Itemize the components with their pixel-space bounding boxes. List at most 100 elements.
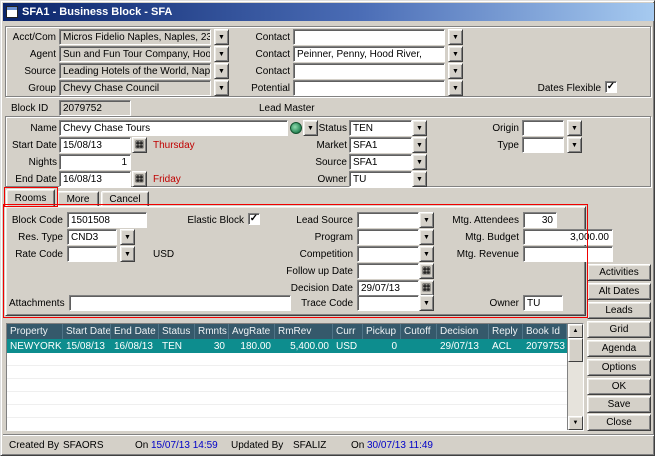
scroll-thumb[interactable] xyxy=(568,338,583,362)
source-acct-dropdown-button[interactable]: ▼ xyxy=(214,63,229,79)
grid-cell: 16/08/13 xyxy=(111,341,159,352)
decision-date-label: Decision Date xyxy=(271,283,353,295)
contact1-dropdown-button[interactable]: ▼ xyxy=(448,29,463,45)
name-field[interactable]: Chevy Chase Tours xyxy=(59,120,288,136)
save-button[interactable]: Save xyxy=(587,396,651,413)
competition-label: Competition xyxy=(271,249,353,261)
lead-source-dropdown-button[interactable]: ▼ xyxy=(419,212,434,228)
program-dropdown-button[interactable]: ▼ xyxy=(419,229,434,245)
type-field[interactable] xyxy=(522,137,564,153)
status-dropdown-button[interactable]: ▼ xyxy=(412,120,427,136)
owner-field[interactable]: TU xyxy=(349,171,412,187)
grid-cell: USD xyxy=(333,341,363,352)
rate-code-field[interactable] xyxy=(67,246,117,262)
end-date-field[interactable]: 16/08/13 xyxy=(59,171,131,187)
acct-com-field[interactable]: Micros Fidelio Naples, Naples, 239-6 xyxy=(59,29,211,45)
options-button[interactable]: Options xyxy=(587,359,651,376)
dates-flexible-checkbox[interactable]: ✓ xyxy=(605,81,617,93)
res-type-dropdown-button[interactable]: ▼ xyxy=(120,229,135,245)
grid-cell: TEN xyxy=(159,341,195,352)
scroll-track[interactable] xyxy=(568,362,583,416)
ok-button[interactable]: OK xyxy=(587,378,651,395)
tab-label: Cancel xyxy=(109,194,140,205)
source-field[interactable]: SFA1 xyxy=(349,154,412,170)
decision-date-field[interactable]: 29/07/13 xyxy=(357,280,419,296)
contact3-dropdown-button[interactable]: ▼ xyxy=(448,63,463,79)
title-bar[interactable]: SFA1 - Business Block - SFA xyxy=(3,3,654,21)
rate-code-dropdown-button[interactable]: ▼ xyxy=(120,246,135,262)
chevron-down-icon: ▼ xyxy=(571,125,578,132)
block-code-label: Block Code xyxy=(5,215,63,227)
program-label: Program xyxy=(271,232,353,244)
origin-dropdown-button[interactable]: ▼ xyxy=(567,120,582,136)
agenda-button[interactable]: Agenda xyxy=(587,340,651,357)
end-date-calendar-button[interactable]: ▦ xyxy=(132,171,147,187)
chevron-down-icon: ▼ xyxy=(571,142,578,149)
agent-dropdown-button[interactable]: ▼ xyxy=(214,46,229,62)
trace-code-dropdown-button[interactable]: ▼ xyxy=(419,295,434,311)
decision-date-calendar-button[interactable]: ▦ xyxy=(419,280,434,296)
source-acct-field[interactable]: Leading Hotels of the World, Naples, xyxy=(59,63,211,79)
elastic-block-checkbox[interactable]: ✓ xyxy=(248,213,260,225)
tab-cancel[interactable]: Cancel xyxy=(101,191,149,207)
competition-field[interactable] xyxy=(357,246,419,262)
contact2-field[interactable]: Peinner, Penny, Hood River, xyxy=(293,46,445,62)
grid-empty-row xyxy=(7,392,567,405)
potential-dropdown-button[interactable]: ▼ xyxy=(448,80,463,96)
grid-button[interactable]: Grid xyxy=(587,321,651,338)
grid-header-cell: RmRev xyxy=(275,324,333,339)
grid-row-selected[interactable]: NEWYORK 15/08/13 16/08/13 TEN 30 180.00 … xyxy=(7,339,567,353)
chevron-down-icon: ▼ xyxy=(423,251,430,258)
alt-dates-button[interactable]: Alt Dates xyxy=(587,283,651,300)
contact3-field[interactable] xyxy=(293,63,445,79)
follow-up-date-field[interactable] xyxy=(357,263,419,279)
scroll-up-button[interactable]: ▲ xyxy=(568,324,583,338)
block-code-field[interactable]: 1501508 xyxy=(67,212,147,228)
group-field[interactable]: Chevy Chase Council xyxy=(59,80,211,96)
contact3-label: Contact xyxy=(238,66,290,78)
tab-more[interactable]: More xyxy=(57,191,99,207)
status-field[interactable]: TEN xyxy=(349,120,412,136)
rooms-owner-field[interactable]: TU xyxy=(523,295,563,311)
attachments-field[interactable] xyxy=(69,295,291,311)
globe-icon[interactable] xyxy=(290,122,302,134)
mtg-attendees-field[interactable]: 30 xyxy=(523,212,557,228)
mtg-revenue-field[interactable] xyxy=(523,246,613,262)
scroll-down-button[interactable]: ▼ xyxy=(568,416,583,430)
close-button[interactable]: Close xyxy=(587,414,651,431)
created-on-value: 15/07/13 14:59 xyxy=(151,440,218,451)
nights-field[interactable]: 1 xyxy=(59,154,131,170)
program-field[interactable] xyxy=(357,229,419,245)
contact1-field[interactable] xyxy=(293,29,445,45)
follow-up-calendar-button[interactable]: ▦ xyxy=(419,263,434,279)
trace-code-field[interactable] xyxy=(357,295,419,311)
tab-rooms[interactable]: Rooms xyxy=(6,189,55,207)
acct-com-dropdown-button[interactable]: ▼ xyxy=(214,29,229,45)
start-date-calendar-button[interactable]: ▦ xyxy=(132,137,147,153)
lead-source-field[interactable] xyxy=(357,212,419,228)
block-id-label: Block ID xyxy=(11,103,61,115)
chevron-down-icon: ▼ xyxy=(218,51,225,58)
potential-field[interactable] xyxy=(293,80,445,96)
grid-scrollbar[interactable]: ▲ ▼ xyxy=(567,324,583,430)
competition-dropdown-button[interactable]: ▼ xyxy=(419,246,434,262)
start-date-field[interactable]: 15/08/13 xyxy=(59,137,131,153)
mtg-budget-field[interactable]: 3,000.00 xyxy=(523,229,613,245)
leads-button[interactable]: Leads xyxy=(587,302,651,319)
res-type-field[interactable]: CND3 xyxy=(67,229,117,245)
agent-label: Agent xyxy=(3,49,56,61)
mtg-attendees-label: Mtg. Attendees xyxy=(437,215,519,227)
agent-field[interactable]: Sun and Fun Tour Company, Hood Ri xyxy=(59,46,211,62)
owner-dropdown-button[interactable]: ▼ xyxy=(412,171,427,187)
source-dropdown-button[interactable]: ▼ xyxy=(412,154,427,170)
grid-header-cell: Pickup xyxy=(363,324,401,339)
type-dropdown-button[interactable]: ▼ xyxy=(567,137,582,153)
group-dropdown-button[interactable]: ▼ xyxy=(214,80,229,96)
app-icon xyxy=(6,6,18,18)
activities-button[interactable]: Activities xyxy=(587,264,651,281)
trace-code-label: Trace Code xyxy=(271,298,353,310)
market-dropdown-button[interactable]: ▼ xyxy=(412,137,427,153)
market-field[interactable]: SFA1 xyxy=(349,137,412,153)
origin-field[interactable] xyxy=(522,120,564,136)
contact2-dropdown-button[interactable]: ▼ xyxy=(448,46,463,62)
